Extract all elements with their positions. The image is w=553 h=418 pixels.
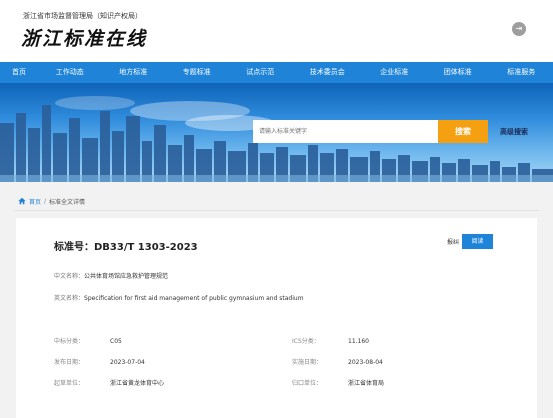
owner-label: 归口单位：	[292, 380, 323, 387]
breadcrumb-current: 标准全文详情	[49, 198, 86, 206]
home-icon	[18, 197, 26, 205]
standard-detail-card: 标准号：DB33/T 1303-2023 报纠 阅读 中文名称：公共体育场馆应急…	[16, 218, 537, 418]
standard-number-label: 标准号：	[54, 242, 94, 253]
advanced-search-link[interactable]: 高级搜索	[500, 127, 528, 137]
nav-item-enterprise-standards[interactable]: 企业标准	[363, 62, 427, 83]
nav-item-standard-services[interactable]: 标准服务	[490, 62, 553, 83]
standard-title: 标准号：DB33/T 1303-2023	[54, 238, 198, 253]
drafter-label: 起草单位：	[54, 380, 85, 387]
english-name-label: 英文名称：	[54, 295, 85, 302]
site-header: 浙江省市场监督管理局（知识产权局） 浙江标准在线 ⇥	[0, 0, 553, 62]
publish-date-value: 2023-07-04	[110, 359, 145, 366]
read-button[interactable]: 阅读	[462, 234, 493, 249]
drafter-value: 浙江省黄龙体育中心	[110, 380, 165, 387]
english-name-row: 英文名称：Specification for first aid managem…	[54, 293, 304, 302]
implement-date-value: 2023-08-04	[348, 359, 383, 366]
main-nav: 首页 工作动态 地方标准 专题标准 试点示范 技术委员会 企业标准 团体标准 标…	[0, 62, 553, 83]
owner-field: 归口单位： 浙江省体育局	[292, 378, 384, 387]
chinese-name-label: 中文名称：	[54, 273, 85, 280]
publish-date-field: 发布日期： 2023-07-04	[54, 357, 145, 366]
search-input[interactable]	[253, 120, 438, 143]
nav-item-home[interactable]: 首页	[0, 62, 38, 83]
org-name: 浙江省市场监督管理局（知识产权局）	[23, 12, 142, 20]
search-button[interactable]: 搜索	[438, 120, 488, 143]
nav-item-local-standards[interactable]: 地方标准	[102, 62, 166, 83]
ics-value: 11.160	[348, 338, 369, 345]
nav-item-news[interactable]: 工作动态	[38, 62, 102, 83]
search-box	[253, 120, 438, 143]
ccs-label: 中标分类：	[54, 338, 85, 345]
implement-date-label: 实施日期：	[292, 359, 323, 366]
nav-item-committees[interactable]: 技术委员会	[292, 62, 363, 83]
ics-field: ICS分类： 11.160	[292, 336, 369, 345]
drafter-field: 起草单位： 浙江省黄龙体育中心	[54, 378, 164, 387]
site-title: 浙江标准在线	[21, 28, 148, 50]
implement-date-field: 实施日期： 2023-08-04	[292, 357, 383, 366]
english-name: Specification for first aid management o…	[84, 295, 304, 302]
chinese-name: 公共体育场馆应急救护管理规范	[84, 273, 169, 280]
breadcrumb-divider	[14, 210, 539, 211]
chinese-name-row: 中文名称：公共体育场馆应急救护管理规范	[54, 271, 168, 280]
publish-date-label: 发布日期：	[54, 359, 85, 366]
breadcrumb-home-link[interactable]: 首页	[29, 197, 41, 206]
nav-item-pilot-demo[interactable]: 试点示范	[229, 62, 293, 83]
nav-item-topic-standards[interactable]: 专题标准	[165, 62, 229, 83]
nav-item-group-standards[interactable]: 团体标准	[426, 62, 490, 83]
banner: 搜索 高级搜索	[0, 83, 553, 182]
breadcrumb: 首页 / 标准全文详情	[18, 196, 85, 206]
ccs-field: 中标分类： C05	[54, 336, 122, 345]
owner-value: 浙江省体育局	[348, 380, 385, 387]
breadcrumb-separator: /	[44, 197, 47, 205]
ccs-value: C05	[110, 338, 122, 345]
ics-label: ICS分类：	[292, 338, 320, 345]
report-error-link[interactable]: 报纠	[447, 237, 459, 246]
standard-number: DB33/T 1303-2023	[94, 242, 198, 253]
exit-icon[interactable]: ⇥	[512, 22, 526, 36]
page-root: 浙江省市场监督管理局（知识产权局） 浙江标准在线 ⇥ 首页 工作动态 地方标准 …	[0, 0, 553, 418]
